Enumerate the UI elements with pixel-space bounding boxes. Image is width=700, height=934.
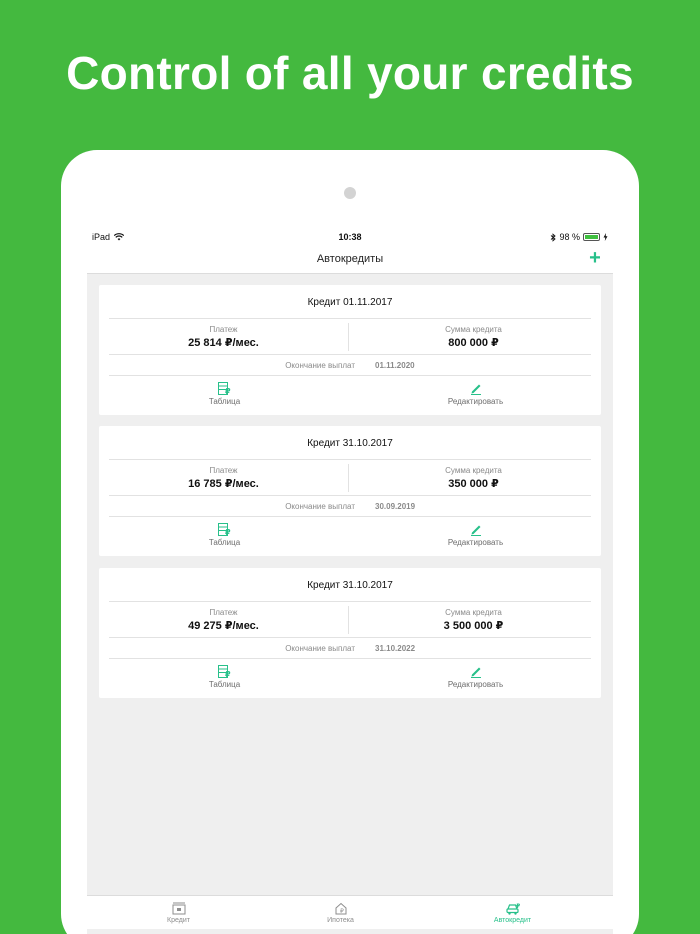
credit-title: Кредит 31.10.2017 [307,580,393,591]
car-icon: ₽ [505,903,520,915]
table-label: Таблица [208,538,241,547]
svg-text:₽: ₽ [225,387,231,395]
nav-title: Автокредиты [316,253,384,265]
table-label: Таблица [208,397,241,406]
battery-fill [585,235,598,239]
end-date-label: Окончание выплат [285,361,355,370]
end-date-label: Окончание выплат [285,644,355,653]
pencil-icon [470,667,481,678]
amount-value: 350 000 ₽ [448,478,499,490]
tab-mortgage[interactable]: ₽ Ипотека [253,902,428,924]
payment-block: Платеж 25 814 ₽/мес. [99,325,348,349]
svg-text:₽: ₽ [516,903,520,910]
divider [109,495,591,496]
divider [109,354,591,355]
divider [109,318,591,319]
tab-credit[interactable]: Кредит [91,902,266,924]
payment-label: Платеж [209,325,238,334]
table-button[interactable]: ₽ Таблица [99,665,350,689]
table-ruble-icon: ₽ [217,523,231,536]
amount-value: 3 500 000 ₽ [443,620,504,632]
table-ruble-icon: ₽ [217,665,231,678]
battery-percent: 98 % [559,232,580,242]
credit-card[interactable]: Кредит 01.11.2017 Платеж 25 814 ₽/мес. С… [99,285,601,415]
edit-button[interactable]: Редактировать [350,382,601,406]
tab-label: Кредит [167,917,190,924]
payment-block: Платеж 49 275 ₽/мес. [99,608,348,632]
divider [109,375,591,376]
edit-label: Редактировать [447,538,504,547]
table-label: Таблица [208,680,241,689]
edit-label: Редактировать [447,680,504,689]
headline: Control of all your credits [66,47,634,99]
camera-dot [344,187,356,199]
tab-autocredit[interactable]: ₽ Автокредит [425,902,600,924]
divider [109,601,591,602]
app-screen: iPad 10:38 98 % Автокредиты + Кредит 01.… [87,229,613,934]
edit-button[interactable]: Редактировать [350,523,601,547]
status-right: 98 % [550,232,608,242]
battery-icon [583,233,600,241]
payment-value: 25 814 ₽/мес. [188,337,259,349]
credit-title: Кредит 31.10.2017 [307,438,393,449]
svg-text:₽: ₽ [225,528,231,536]
payment-label: Платеж [209,608,238,617]
tab-label: Автокредит [493,917,532,924]
divider [109,516,591,517]
tab-bar: Кредит ₽ Ипотека ₽ Автокредит [87,895,613,929]
ipad-frame: iPad 10:38 98 % Автокредиты + Кредит 01.… [61,150,639,934]
table-button[interactable]: ₽ Таблица [99,382,350,406]
end-date-value: 31.10.2022 [375,644,416,653]
payment-value: 49 275 ₽/мес. [188,620,259,632]
amount-value: 800 000 ₽ [448,337,499,349]
payment-block: Платеж 16 785 ₽/мес. [99,466,348,490]
svg-text:₽: ₽ [340,908,344,915]
amount-label: Сумма кредита [445,608,502,617]
wallet-icon [172,902,185,915]
credit-title: Кредит 01.11.2017 [307,297,393,308]
edit-label: Редактировать [447,397,504,406]
svg-text:₽: ₽ [225,670,231,678]
end-date-value: 01.11.2020 [375,361,415,370]
amount-block: Сумма кредита 350 000 ₽ [349,466,598,490]
tab-label: Ипотека [327,917,354,924]
amount-label: Сумма кредита [445,466,502,475]
credit-card[interactable]: Кредит 31.10.2017 Платеж 49 275 ₽/мес. С… [99,568,601,698]
divider [109,459,591,460]
table-button[interactable]: ₽ Таблица [99,523,350,547]
end-date-value: 30.09.2019 [375,502,416,511]
status-bar: iPad 10:38 98 % [87,229,613,245]
add-credit-button[interactable]: + [585,248,605,268]
edit-button[interactable]: Редактировать [350,665,601,689]
payment-value: 16 785 ₽/мес. [188,478,259,490]
navigation-bar: Автокредиты + [87,245,613,274]
divider [109,637,591,638]
status-time: 10:38 [338,232,362,242]
divider [109,658,591,659]
table-ruble-icon: ₽ [217,382,231,395]
credit-card[interactable]: Кредит 31.10.2017 Платеж 16 785 ₽/мес. С… [99,426,601,556]
pencil-icon [470,384,481,395]
end-date-label: Окончание выплат [285,502,355,511]
charging-icon [603,233,608,241]
plus-icon: + [589,247,601,269]
pencil-icon [470,525,481,536]
payment-label: Платеж [209,466,238,475]
bluetooth-icon [551,232,557,242]
amount-block: Сумма кредита 800 000 ₽ [349,325,598,349]
amount-label: Сумма кредита [445,325,502,334]
house-icon: ₽ [335,902,346,915]
amount-block: Сумма кредита 3 500 000 ₽ [349,608,598,632]
